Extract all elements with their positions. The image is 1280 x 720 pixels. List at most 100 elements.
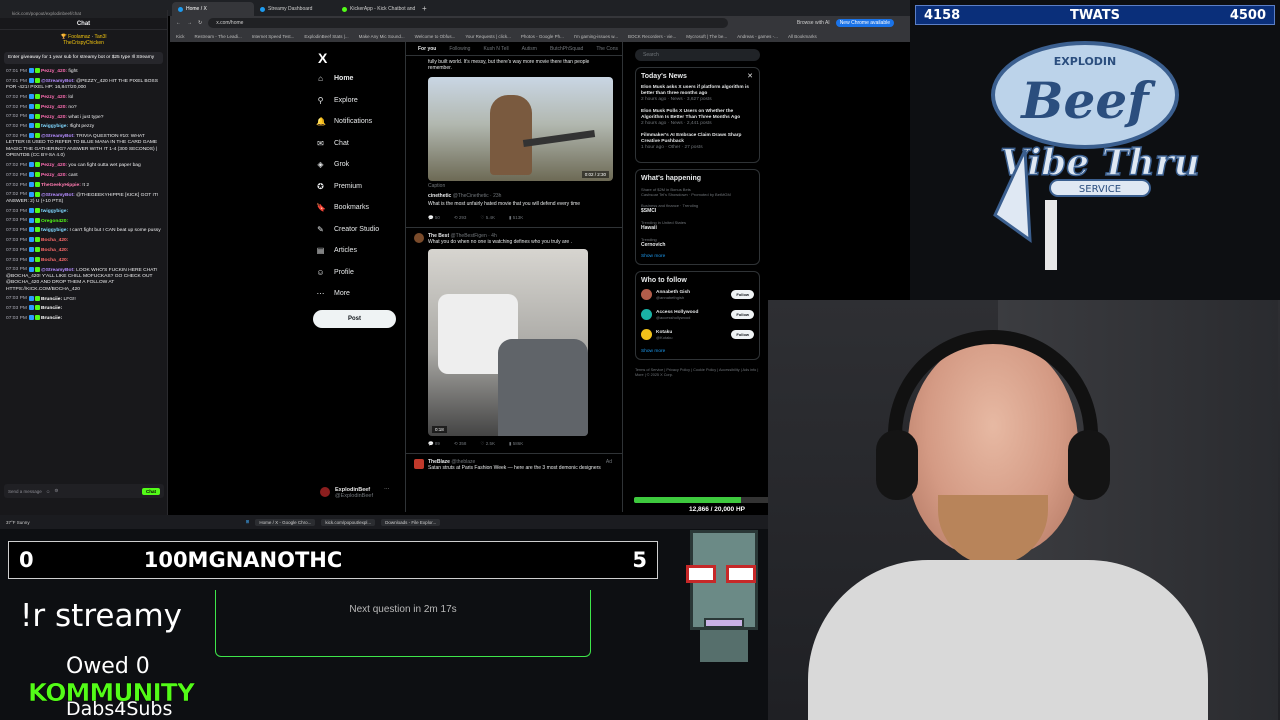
feed-tab[interactable]: Following [449,46,470,52]
chat-username[interactable]: Brunciie: [41,296,62,301]
bookmark-item[interactable]: Internet Speed Test... [252,34,295,39]
feed-tab[interactable]: The Cons [596,46,618,52]
post-3-user[interactable]: TheBlaze [428,459,450,465]
chat-username[interactable]: Bocha_420: [41,258,68,263]
nav-item-bookmarks[interactable]: 🔖 Bookmarks [316,203,369,212]
chat-username[interactable]: Pezzy_420: [41,95,67,100]
news-item[interactable]: Elon Musk asks X users if platform algor… [641,85,754,103]
new-chrome-button[interactable]: New Chrome available [835,19,894,27]
chat-message[interactable]: 07:03 PM Brunciie: LFG!! [6,295,161,303]
nav-item-notifications[interactable]: 🔔 Notifications [316,117,372,126]
back-icon[interactable]: ← [176,20,181,26]
post-2[interactable]: The Best @TheBestFigen · 4h What you do … [406,227,622,446]
bookmark-item[interactable]: Mycrosoft | The be... [686,34,727,39]
chat-message[interactable]: 07:01 PM @StreamyBot: @PEZZY_420 HIT THE … [6,77,161,92]
bookmark-item[interactable]: Restream - The Leadi... [195,34,242,39]
reply-button[interactable]: 💬 89 [428,441,440,447]
gifter-3[interactable]: TheCrispyChicken [63,40,104,46]
trend-item[interactable]: Share of $2M in Bonus Bets Cashsoar Tel's… [641,187,754,197]
follow-button[interactable]: Follow [731,290,754,299]
nav-item-profile[interactable]: ☺ Profile [316,268,353,277]
post-1[interactable]: fully built world. It's messy, but there… [406,56,622,221]
emote-icon[interactable]: ☺ [46,489,51,494]
nav-item-chat[interactable]: ✉ Chat [316,139,349,148]
repost-button[interactable]: ⟲ 358 [454,441,467,447]
nav-item-home[interactable]: ⌂ Home [316,74,353,83]
chat-message[interactable]: 07:02 PM @StreamyBot: @THEGEEKYHIPPIE [KI… [6,191,161,206]
chat-username[interactable]: @StreamyBot: [41,134,75,139]
feed-tab[interactable]: ButchPhSquad [550,46,583,52]
chat-username[interactable]: twiggybige: [41,228,68,233]
post-button[interactable]: Post [313,310,396,328]
chat-username[interactable]: Oregon420: [41,218,68,223]
chat-message[interactable]: 07:03 PM Brunciie: [6,315,161,322]
bookmark-item[interactable]: Andreas - games -... [737,34,778,39]
taskbar-item-chrome[interactable]: Home / X - Google Chro... [255,518,316,526]
url-field[interactable]: x.com/home [208,18,729,28]
pinned-message[interactable]: Enter giveaway for 1 year sub for stream… [4,52,163,64]
chat-message[interactable]: 07:03 PM twiggybige: [6,207,161,215]
post-2-video[interactable]: 0:18 [428,248,588,436]
footer-links[interactable]: Terms of Service | Privacy Policy | Cook… [635,368,760,378]
nav-item-articles[interactable]: ▤ Articles [316,246,357,255]
forward-icon[interactable]: → [187,20,192,26]
settings-icon[interactable]: ⚙ [54,488,58,494]
chat-username[interactable]: twiggybige: [41,209,68,214]
nav-item-more[interactable]: ⋯ More [316,289,350,298]
search-input[interactable]: Search [635,49,760,61]
chat-message[interactable]: 07:03 PM Bocha_420: [6,237,161,244]
nav-item-premium[interactable]: ✪ Premium [316,182,362,191]
chat-username[interactable]: Pezzy_420: [41,69,67,74]
chat-message[interactable]: 07:03 PM @StreamyBot: LOOK WHO'S FUCKIN H… [6,266,161,293]
chat-username[interactable]: Bocha_420: [41,248,68,253]
follow-suggestion[interactable]: Access Hollywood @accesshollywood Follow [641,309,754,320]
x-logo-icon[interactable]: X [318,50,327,66]
new-tab-icon[interactable]: + [422,4,427,13]
chat-username[interactable]: Pezzy_420: [41,105,67,110]
chat-message[interactable]: 07:02 PM Pezzy_420: cant [6,172,161,179]
windows-start-icon[interactable]: ⊞ [246,519,250,525]
quote-user[interactable]: cinethetic [428,193,451,199]
chat-message[interactable]: 07:02 PM twiggybige: !fight pezzy [6,123,161,130]
news-item[interactable]: Filmmaker's AI Embrace Claim Draws Sharp… [641,133,754,151]
chat-username[interactable]: @StreamyBot: [41,192,75,197]
chat-username[interactable]: Pezzy_420: [41,173,67,178]
taskbar-item-explorer[interactable]: Downloads - File Explor... [381,518,441,526]
chat-message[interactable]: 07:02 PM @StreamyBot: TRIVIA QUESTION #10… [6,133,161,159]
weather[interactable]: 37°F Sunny [6,520,30,525]
chat-message[interactable]: 07:02 PM TheGeekyHippie: !t 2 [6,181,161,189]
chat-username[interactable]: Brunciie: [41,316,62,321]
tab-home-x[interactable]: Home / X [172,2,254,16]
reload-icon[interactable]: ↻ [198,20,202,26]
repost-button[interactable]: ⟲ 293 [454,215,467,221]
follow-suggestion[interactable]: Annabeth Gish @annabethgish Follow [641,289,754,300]
chat-message[interactable]: 07:02 PM Pezzy_420: you can fight outta w… [6,162,161,169]
chat-message[interactable]: 07:02 PM Pezzy_420: lol [6,94,161,101]
chat-message[interactable]: 07:03 PM Bocha_420: [6,246,161,254]
like-button[interactable]: ♡ 2.5K [480,441,495,447]
chat-username[interactable]: @StreamyBot: [41,267,75,272]
chat-message[interactable]: 07:03 PM Brunciie: [6,305,161,312]
bookmark-item[interactable]: All Bookmarks [788,34,817,39]
tab-kickerapp[interactable]: KickerApp - Kick Chatbot and [336,2,418,16]
chat-username[interactable]: Brunciie: [41,306,62,311]
bookmark-item[interactable]: Your Requests | click... [465,34,511,39]
bookmark-item[interactable]: I'm gaming-issues w... [574,34,618,39]
follow-button[interactable]: Follow [731,310,754,319]
nav-item-creator-studio[interactable]: ✎ Creator Studio [316,225,379,234]
bookmark-item[interactable]: Kick [176,34,185,39]
tab-streamy-dashboard[interactable]: Streamy Dashboard [254,2,336,16]
feed-tab[interactable]: For you [418,46,436,52]
chat-username[interactable]: Pezzy_420: [41,114,67,119]
news-item[interactable]: Elon Musk Polls X Users on Whether the A… [641,109,754,127]
bookmark-item[interactable]: Photos - Google Ph... [521,34,564,39]
more-icon[interactable]: ⋯ [384,487,390,499]
show-more-link[interactable]: Show more [641,349,754,354]
chat-message[interactable]: 07:03 PM twiggybige: I can't fight but I … [6,227,161,234]
bookmark-item[interactable]: BOCK Recorders - vie... [628,34,676,39]
post-1-video[interactable]: 0:02 / 2:30 [428,76,613,181]
nav-item-grok[interactable]: ◈ Grok [316,160,349,169]
chat-message[interactable]: 07:03 PM Oregon420: [6,217,161,225]
show-more-link[interactable]: Show more [641,254,754,259]
browse-ai-button[interactable]: Browse with AI [797,20,830,26]
